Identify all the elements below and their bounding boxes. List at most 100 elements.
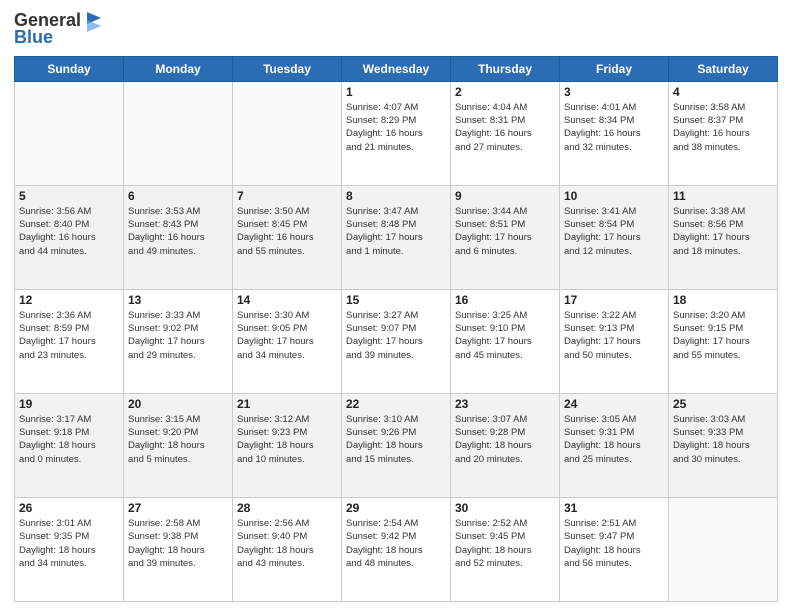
week-row-2: 5Sunrise: 3:56 AM Sunset: 8:40 PM Daylig… (15, 185, 778, 289)
weekday-header-tuesday: Tuesday (233, 56, 342, 81)
weekday-header-saturday: Saturday (669, 56, 778, 81)
day-info: Sunrise: 3:38 AM Sunset: 8:56 PM Dayligh… (673, 205, 773, 258)
calendar-cell: 6 Sunrise: 3:53 AM Sunset: 8:43 PM Daylig… (124, 185, 233, 289)
day-number: 14 (237, 293, 337, 307)
week-row-4: 19Sunrise: 3:17 AM Sunset: 9:18 PM Dayli… (15, 393, 778, 497)
week-row-3: 12 Sunrise: 3:36 AM Sunset: 8:59 PM Dayli… (15, 289, 778, 393)
day-info: Sunrise: 3:05 AM Sunset: 9:31 PM Dayligh… (564, 413, 664, 466)
calendar-cell: 29Sunrise: 2:54 AM Sunset: 9:42 PM Dayli… (342, 497, 451, 601)
calendar-cell: 30Sunrise: 2:52 AM Sunset: 9:45 PM Dayli… (451, 497, 560, 601)
day-info: Sunrise: 2:58 AM Sunset: 9:38 PM Dayligh… (128, 517, 228, 570)
day-number: 31 (564, 501, 664, 515)
weekday-header-sunday: Sunday (15, 56, 124, 81)
calendar-cell: 22 Sunrise: 3:10 AM Sunset: 9:26 PM Dayli… (342, 393, 451, 497)
calendar-cell: 20 Sunrise: 3:15 AM Sunset: 9:20 PM Dayli… (124, 393, 233, 497)
calendar-cell: 3 Sunrise: 4:01 AM Sunset: 8:34 PM Daylig… (560, 81, 669, 185)
day-number: 1 (346, 85, 446, 99)
day-info: Sunrise: 3:17 AM Sunset: 9:18 PM Dayligh… (19, 413, 119, 466)
calendar-cell: 4 Sunrise: 3:58 AM Sunset: 8:37 PM Daylig… (669, 81, 778, 185)
day-number: 16 (455, 293, 555, 307)
day-info: Sunrise: 3:33 AM Sunset: 9:02 PM Dayligh… (128, 309, 228, 362)
day-info: Sunrise: 3:36 AM Sunset: 8:59 PM Dayligh… (19, 309, 119, 362)
day-number: 27 (128, 501, 228, 515)
day-info: Sunrise: 3:41 AM Sunset: 8:54 PM Dayligh… (564, 205, 664, 258)
day-number: 25 (673, 397, 773, 411)
logo-flag-icon (83, 10, 105, 32)
calendar-cell (669, 497, 778, 601)
calendar-cell: 23Sunrise: 3:07 AM Sunset: 9:28 PM Dayli… (451, 393, 560, 497)
calendar-cell: 31Sunrise: 2:51 AM Sunset: 9:47 PM Dayli… (560, 497, 669, 601)
day-info: Sunrise: 3:50 AM Sunset: 8:45 PM Dayligh… (237, 205, 337, 258)
week-row-1: 1 Sunrise: 4:07 AM Sunset: 8:29 PM Daylig… (15, 81, 778, 185)
calendar-cell (233, 81, 342, 185)
page-header: General Blue (14, 10, 778, 48)
day-number: 24 (564, 397, 664, 411)
calendar-cell: 2 Sunrise: 4:04 AM Sunset: 8:31 PM Daylig… (451, 81, 560, 185)
calendar-cell (124, 81, 233, 185)
weekday-header-thursday: Thursday (451, 56, 560, 81)
day-info: Sunrise: 3:27 AM Sunset: 9:07 PM Dayligh… (346, 309, 446, 362)
calendar-cell (15, 81, 124, 185)
day-info: Sunrise: 3:12 AM Sunset: 9:23 PM Dayligh… (237, 413, 337, 466)
calendar-cell: 14Sunrise: 3:30 AM Sunset: 9:05 PM Dayli… (233, 289, 342, 393)
day-info: Sunrise: 4:01 AM Sunset: 8:34 PM Dayligh… (564, 101, 664, 154)
calendar-cell: 24 Sunrise: 3:05 AM Sunset: 9:31 PM Dayli… (560, 393, 669, 497)
day-number: 6 (128, 189, 228, 203)
logo: General Blue (14, 10, 105, 48)
calendar-cell: 1 Sunrise: 4:07 AM Sunset: 8:29 PM Daylig… (342, 81, 451, 185)
day-info: Sunrise: 3:25 AM Sunset: 9:10 PM Dayligh… (455, 309, 555, 362)
day-info: Sunrise: 4:07 AM Sunset: 8:29 PM Dayligh… (346, 101, 446, 154)
calendar-cell: 13 Sunrise: 3:33 AM Sunset: 9:02 PM Dayli… (124, 289, 233, 393)
calendar-cell: 12 Sunrise: 3:36 AM Sunset: 8:59 PM Dayli… (15, 289, 124, 393)
calendar-cell: 27 Sunrise: 2:58 AM Sunset: 9:38 PM Dayli… (124, 497, 233, 601)
weekday-header-row: SundayMondayTuesdayWednesdayThursdayFrid… (15, 56, 778, 81)
day-number: 5 (19, 189, 119, 203)
calendar-cell: 18 Sunrise: 3:20 AM Sunset: 9:15 PM Dayli… (669, 289, 778, 393)
calendar-cell: 5Sunrise: 3:56 AM Sunset: 8:40 PM Daylig… (15, 185, 124, 289)
day-info: Sunrise: 3:53 AM Sunset: 8:43 PM Dayligh… (128, 205, 228, 258)
day-number: 28 (237, 501, 337, 515)
calendar-cell: 8 Sunrise: 3:47 AM Sunset: 8:48 PM Daylig… (342, 185, 451, 289)
day-info: Sunrise: 3:10 AM Sunset: 9:26 PM Dayligh… (346, 413, 446, 466)
calendar-table: SundayMondayTuesdayWednesdayThursdayFrid… (14, 56, 778, 602)
day-number: 13 (128, 293, 228, 307)
calendar-cell: 21 Sunrise: 3:12 AM Sunset: 9:23 PM Dayli… (233, 393, 342, 497)
calendar-cell: 11 Sunrise: 3:38 AM Sunset: 8:56 PM Dayli… (669, 185, 778, 289)
day-number: 15 (346, 293, 446, 307)
day-number: 20 (128, 397, 228, 411)
day-number: 8 (346, 189, 446, 203)
day-info: Sunrise: 3:22 AM Sunset: 9:13 PM Dayligh… (564, 309, 664, 362)
calendar-cell: 16 Sunrise: 3:25 AM Sunset: 9:10 PM Dayli… (451, 289, 560, 393)
day-info: Sunrise: 4:04 AM Sunset: 8:31 PM Dayligh… (455, 101, 555, 154)
day-info: Sunrise: 3:44 AM Sunset: 8:51 PM Dayligh… (455, 205, 555, 258)
day-info: Sunrise: 3:15 AM Sunset: 9:20 PM Dayligh… (128, 413, 228, 466)
day-info: Sunrise: 3:01 AM Sunset: 9:35 PM Dayligh… (19, 517, 119, 570)
day-info: Sunrise: 3:58 AM Sunset: 8:37 PM Dayligh… (673, 101, 773, 154)
day-number: 18 (673, 293, 773, 307)
calendar-cell: 19Sunrise: 3:17 AM Sunset: 9:18 PM Dayli… (15, 393, 124, 497)
day-number: 2 (455, 85, 555, 99)
calendar-cell: 10 Sunrise: 3:41 AM Sunset: 8:54 PM Dayli… (560, 185, 669, 289)
weekday-header-monday: Monday (124, 56, 233, 81)
day-info: Sunrise: 3:20 AM Sunset: 9:15 PM Dayligh… (673, 309, 773, 362)
weekday-header-wednesday: Wednesday (342, 56, 451, 81)
day-number: 11 (673, 189, 773, 203)
day-info: Sunrise: 3:47 AM Sunset: 8:48 PM Dayligh… (346, 205, 446, 258)
calendar-cell: 17Sunrise: 3:22 AM Sunset: 9:13 PM Dayli… (560, 289, 669, 393)
day-number: 4 (673, 85, 773, 99)
calendar-cell: 15 Sunrise: 3:27 AM Sunset: 9:07 PM Dayli… (342, 289, 451, 393)
day-number: 21 (237, 397, 337, 411)
day-info: Sunrise: 2:56 AM Sunset: 9:40 PM Dayligh… (237, 517, 337, 570)
day-number: 12 (19, 293, 119, 307)
day-number: 23 (455, 397, 555, 411)
day-number: 9 (455, 189, 555, 203)
calendar-cell: 25 Sunrise: 3:03 AM Sunset: 9:33 PM Dayli… (669, 393, 778, 497)
day-number: 22 (346, 397, 446, 411)
day-info: Sunrise: 2:54 AM Sunset: 9:42 PM Dayligh… (346, 517, 446, 570)
day-number: 3 (564, 85, 664, 99)
calendar-cell: 9 Sunrise: 3:44 AM Sunset: 8:51 PM Daylig… (451, 185, 560, 289)
week-row-5: 26Sunrise: 3:01 AM Sunset: 9:35 PM Dayli… (15, 497, 778, 601)
day-number: 10 (564, 189, 664, 203)
calendar-cell: 7Sunrise: 3:50 AM Sunset: 8:45 PM Daylig… (233, 185, 342, 289)
day-info: Sunrise: 3:03 AM Sunset: 9:33 PM Dayligh… (673, 413, 773, 466)
